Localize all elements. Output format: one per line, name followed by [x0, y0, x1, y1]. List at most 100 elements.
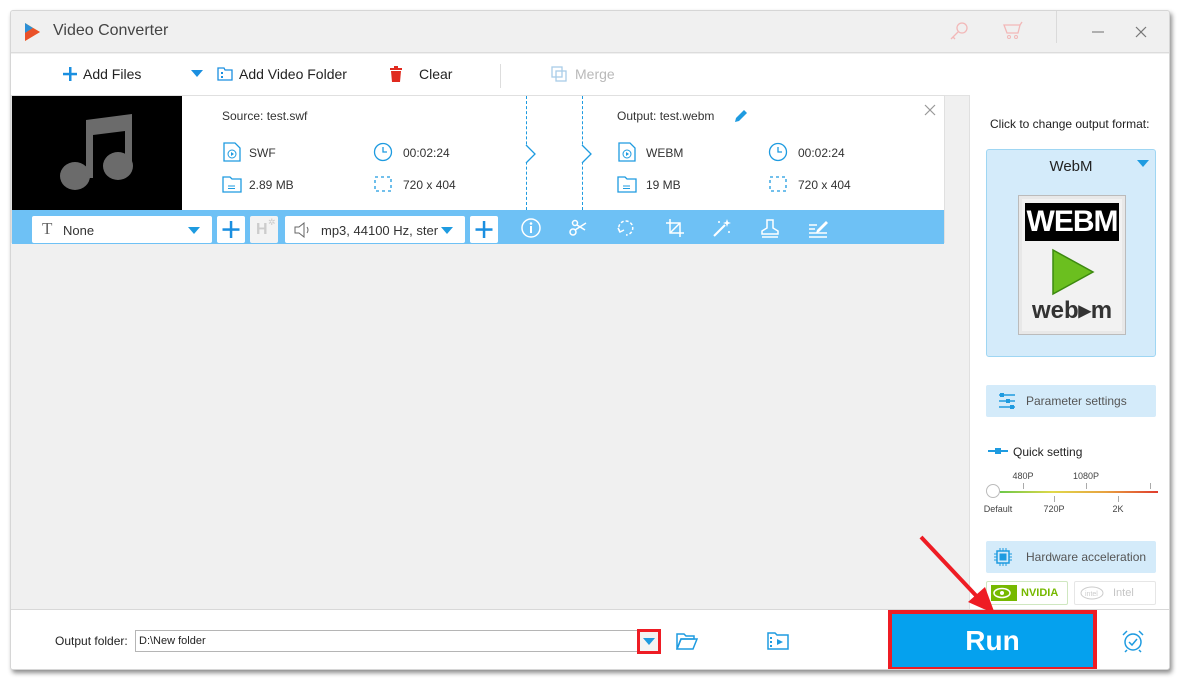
app-title: Video Converter	[53, 22, 169, 39]
rename-pencil-icon[interactable]	[733, 108, 749, 124]
format-name: WebM	[1049, 158, 1093, 175]
format-badge-bottom: web▸m	[1031, 297, 1113, 324]
audio-track-value: mp3, 44100 Hz, ster	[321, 223, 439, 238]
cart-icon[interactable]	[1001, 19, 1025, 43]
main-toolbar: Add Files Add Video Folder Clear Merge	[11, 54, 1169, 96]
tick-label-1080p: 1080P	[1072, 471, 1100, 481]
arrow-right-icon	[525, 144, 536, 164]
chevron-down-icon	[188, 227, 200, 234]
slider-tick	[1150, 483, 1151, 489]
slider-tick	[1023, 483, 1024, 489]
minimize-button[interactable]	[1083, 19, 1113, 45]
chevron-down-icon	[441, 227, 453, 234]
cut-icon[interactable]	[567, 217, 589, 239]
parameter-settings-button[interactable]: Parameter settings	[986, 385, 1156, 417]
slider-track	[1000, 491, 1158, 493]
clear-button[interactable]: Clear	[389, 66, 452, 82]
file-item: Source: test.swf SWF 00:02:24 2.89 MB 72…	[11, 95, 945, 244]
format-prompt: Click to change output format:	[990, 117, 1150, 131]
subtitle-settings-icon: H	[256, 221, 268, 238]
add-video-folder-button[interactable]: Add Video Folder	[191, 66, 347, 82]
merge-button[interactable]: Merge	[551, 66, 615, 82]
subtitle-value: None	[63, 223, 95, 238]
video-folder-icon	[217, 67, 233, 81]
titlebar-divider	[1056, 11, 1057, 43]
crop-icon[interactable]	[664, 217, 686, 239]
effects-wand-icon[interactable]	[711, 217, 733, 239]
output-format-panel: Click to change output format: WebM WEBM…	[969, 95, 1169, 611]
nvidia-label: NVIDIA	[1021, 587, 1059, 599]
add-audio-button[interactable]	[470, 216, 498, 243]
tick-label-720p: 720P	[1043, 504, 1065, 514]
source-filename: Source: test.swf	[222, 109, 308, 123]
merge-label: Merge	[575, 66, 615, 82]
format-badge-top: WEBM	[1025, 203, 1119, 241]
subtitle-settings-button[interactable]: H ✲	[250, 216, 278, 243]
plus-icon	[63, 67, 77, 81]
music-note-icon	[60, 114, 133, 190]
info-icon[interactable]	[520, 217, 542, 239]
output-size: 19 MB	[646, 178, 681, 192]
nvidia-button[interactable]: NVIDIA	[986, 581, 1068, 605]
source-format: SWF	[249, 146, 276, 160]
app-window: Video Converter Add Files Add Video Fold…	[10, 10, 1170, 670]
source-duration: 00:02:24	[403, 146, 450, 160]
resolution-icon	[374, 176, 392, 192]
clear-label: Clear	[419, 66, 453, 82]
trash-icon	[390, 66, 402, 82]
text-icon: T	[42, 219, 53, 238]
plus-icon	[222, 221, 240, 238]
output-duration: 00:02:24	[798, 146, 845, 160]
title-bar: Video Converter	[11, 11, 1169, 53]
gear-icon: ✲	[268, 217, 276, 227]
add-subtitle-button[interactable]	[217, 216, 245, 243]
open-folder-icon[interactable]	[676, 632, 698, 650]
key-icon[interactable]	[947, 19, 971, 43]
quality-slider[interactable]: 480P 1080P Default 720P 2K	[984, 471, 1160, 521]
output-folder-input[interactable]	[135, 630, 660, 652]
alarm-clock-icon[interactable]	[1121, 629, 1145, 653]
slider-tick	[1118, 496, 1119, 502]
webm-format-icon: WEBM web▸m	[1018, 195, 1126, 335]
audio-track-dropdown[interactable]: mp3, 44100 Hz, ster	[285, 216, 465, 243]
close-button[interactable]	[1126, 19, 1156, 45]
arrow-right-icon	[581, 144, 592, 164]
output-filename: Output: test.webm	[617, 109, 715, 123]
app-logo-icon	[25, 23, 40, 41]
slider-handle[interactable]	[986, 484, 1000, 498]
speaker-icon	[294, 222, 309, 238]
play-icon	[1052, 248, 1095, 296]
file-thumbnail[interactable]	[12, 96, 182, 210]
chevron-down-icon	[643, 638, 655, 645]
add-video-folder-label: Add Video Folder	[239, 66, 347, 82]
intel-logo-icon: intel	[1080, 586, 1104, 600]
video-format-icon	[223, 142, 241, 162]
subtitle-dropdown[interactable]: T None	[32, 216, 212, 243]
output-folder-label: Output folder:	[55, 634, 128, 648]
run-button[interactable]: Run	[888, 610, 1097, 669]
output-folder-dropdown[interactable]	[637, 629, 661, 654]
edit-subtitle-icon[interactable]	[807, 217, 829, 239]
clock-icon	[768, 142, 788, 162]
chip-icon	[994, 548, 1012, 566]
add-files-label: Add Files	[83, 66, 142, 82]
output-video-folder-icon[interactable]	[767, 631, 789, 651]
hardware-acceleration-button[interactable]: Hardware acceleration	[986, 541, 1156, 573]
rotate-icon[interactable]	[615, 217, 637, 239]
bottom-bar: Output folder: Run	[11, 609, 1169, 669]
add-files-button[interactable]: Add Files	[63, 66, 141, 82]
intel-label: Intel	[1113, 587, 1134, 599]
watermark-stamp-icon[interactable]	[759, 217, 781, 239]
remove-file-icon[interactable]	[922, 102, 938, 118]
sliders-icon	[999, 393, 1015, 409]
clock-icon	[373, 142, 393, 162]
output-format-selector[interactable]: WebM WEBM web▸m	[986, 149, 1156, 357]
output-resolution: 720 x 404	[798, 178, 851, 192]
dropdown-arrow-icon[interactable]	[191, 70, 203, 78]
intel-button[interactable]: intel Intel	[1074, 581, 1156, 605]
parameter-settings-label: Parameter settings	[1026, 394, 1127, 408]
quick-setting-icon	[988, 448, 1008, 454]
quick-setting-label: Quick setting	[1013, 445, 1083, 459]
plus-icon	[475, 221, 493, 238]
edit-toolbar: T None H ✲ mp3, 44100 Hz, ster	[12, 210, 944, 244]
